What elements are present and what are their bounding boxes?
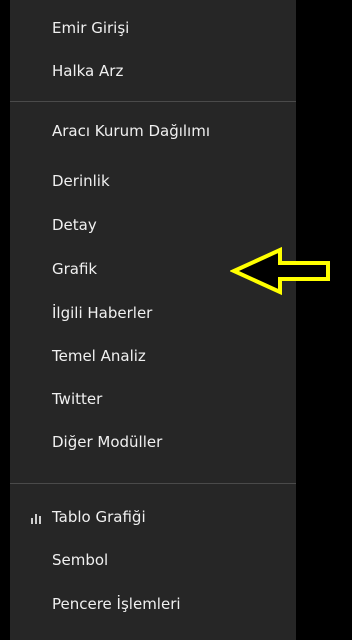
menu-item-diger-moduller[interactable]: Diğer Modüller: [52, 428, 352, 456]
menu-item-sembol[interactable]: Sembol: [52, 546, 352, 574]
menu-item-derinlik[interactable]: Derinlik: [52, 167, 352, 195]
menu-item-emir-girisi[interactable]: Emir Girişi: [52, 14, 352, 42]
bar-chart-icon: [31, 514, 41, 524]
menu-item-twitter[interactable]: Twitter: [52, 385, 352, 413]
menu-item-ilgili-haberler[interactable]: İlgili Haberler: [52, 299, 352, 327]
menu-item-temel-analiz[interactable]: Temel Analiz: [52, 342, 352, 370]
menu-item-detay[interactable]: Detay: [52, 211, 352, 239]
menu-divider: [10, 483, 296, 484]
menu-item-pencere-islemleri[interactable]: Pencere İşlemleri: [52, 590, 352, 618]
menu-item-halka-arz[interactable]: Halka Arz: [52, 57, 352, 85]
menu-item-tablo-grafigi[interactable]: Tablo Grafiği: [52, 503, 352, 531]
left-arrow-icon: [230, 246, 330, 296]
menu-item-araci-kurum-dagilimi[interactable]: Aracı Kurum Dağılımı: [52, 117, 352, 145]
menu-divider: [10, 101, 296, 102]
